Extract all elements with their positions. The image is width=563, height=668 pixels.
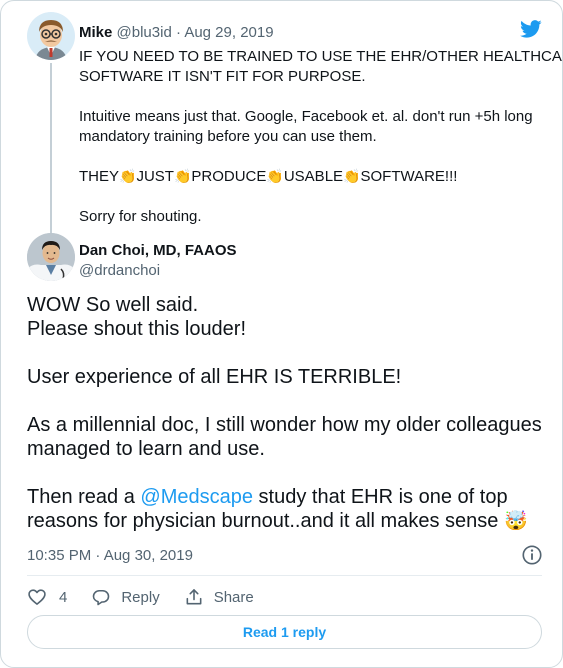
clapping-hands-icon: 👏 xyxy=(266,168,284,184)
parent-author-handle[interactable]: @blu3id xyxy=(117,24,172,41)
clapping-hands-icon: 👏 xyxy=(343,168,361,184)
exploding-head-icon: 🤯 xyxy=(503,511,528,532)
twitter-bird-icon[interactable] xyxy=(518,18,544,40)
main-avatar[interactable] xyxy=(27,233,75,281)
read-replies-button[interactable]: Read 1 reply xyxy=(27,615,542,649)
parent-separator: · xyxy=(175,24,181,41)
share-button[interactable]: Share xyxy=(184,587,254,607)
medscape-mention-link[interactable]: @Medscape xyxy=(140,486,253,508)
text-segment: Then read a xyxy=(27,486,141,508)
reply-label: Reply xyxy=(121,588,160,606)
main-line-with-mention: Then read a @Medscape study that EHR is … xyxy=(27,485,547,509)
parent-line: SOFTWARE IT ISN'T FIT FOR PURPOSE. xyxy=(79,68,366,85)
like-count: 4 xyxy=(59,588,68,606)
main-line: managed to learn and use. xyxy=(27,438,265,460)
parent-shout-line: THEY👏JUST👏PRODUCE👏USABLE👏SOFTWARE!!! xyxy=(79,167,539,187)
clapping-hands-icon: 👏 xyxy=(173,168,192,184)
parent-tweet-text: IF YOU NEED TO BE TRAINED TO USE THE EHR… xyxy=(79,47,563,227)
text-segment: study that EHR is one of top xyxy=(253,486,508,508)
main-author-handle[interactable]: @drdanchoi xyxy=(79,261,160,281)
info-icon[interactable] xyxy=(521,544,543,566)
heart-icon xyxy=(28,589,46,605)
parent-line: IF YOU NEED TO BE TRAINED TO USE THE EHR… xyxy=(79,48,563,65)
parent-date[interactable]: Aug 29, 2019 xyxy=(184,24,273,41)
main-line: As a millennial doc, I still wonder how … xyxy=(27,414,542,436)
main-line: WOW So well said. xyxy=(27,294,199,316)
tweet-embed-card: Mike @blu3id · Aug 29, 2019 IF YOU NEED … xyxy=(0,0,563,668)
main-tweet-text: WOW So well said. Please shout this loud… xyxy=(27,293,547,534)
shout-word: PRODUCE xyxy=(191,168,267,185)
parent-author-name[interactable]: Mike xyxy=(79,24,112,41)
shout-word: SOFTWARE!!! xyxy=(360,168,458,185)
divider xyxy=(27,575,542,576)
parent-header: Mike @blu3id · Aug 29, 2019 xyxy=(79,23,274,43)
reply-button[interactable]: Reply xyxy=(91,587,160,607)
parent-line: mandatory training before you can use th… xyxy=(79,128,377,145)
shout-word: JUST xyxy=(136,168,174,185)
reply-bubble-icon xyxy=(93,589,110,606)
parent-line: Intuitive means just that. Google, Faceb… xyxy=(79,108,533,125)
main-line-with-emoji: reasons for physician burnout..and it al… xyxy=(27,509,547,534)
main-line: Please shout this louder! xyxy=(27,318,247,340)
share-icon xyxy=(186,589,202,605)
parent-closing-line: Sorry for shouting. xyxy=(79,208,202,225)
thread-connector-line xyxy=(50,63,52,233)
main-author-name[interactable]: Dan Choi, MD, FAAOS xyxy=(79,241,237,261)
main-line: User experience of all EHR IS TERRIBLE! xyxy=(27,366,402,388)
share-label: Share xyxy=(213,588,254,606)
tweet-timestamp[interactable]: 10:35 PM · Aug 30, 2019 xyxy=(27,546,193,566)
clapping-hands-icon: 👏 xyxy=(119,168,137,184)
shout-word: THEY xyxy=(79,168,120,185)
like-button[interactable]: 4 xyxy=(27,587,67,607)
text-segment: reasons for physician burnout..and it al… xyxy=(27,510,504,532)
parent-avatar[interactable] xyxy=(27,12,75,60)
shout-word: USABLE xyxy=(283,168,344,185)
tweet-actions: 4 Reply Share xyxy=(27,585,278,609)
